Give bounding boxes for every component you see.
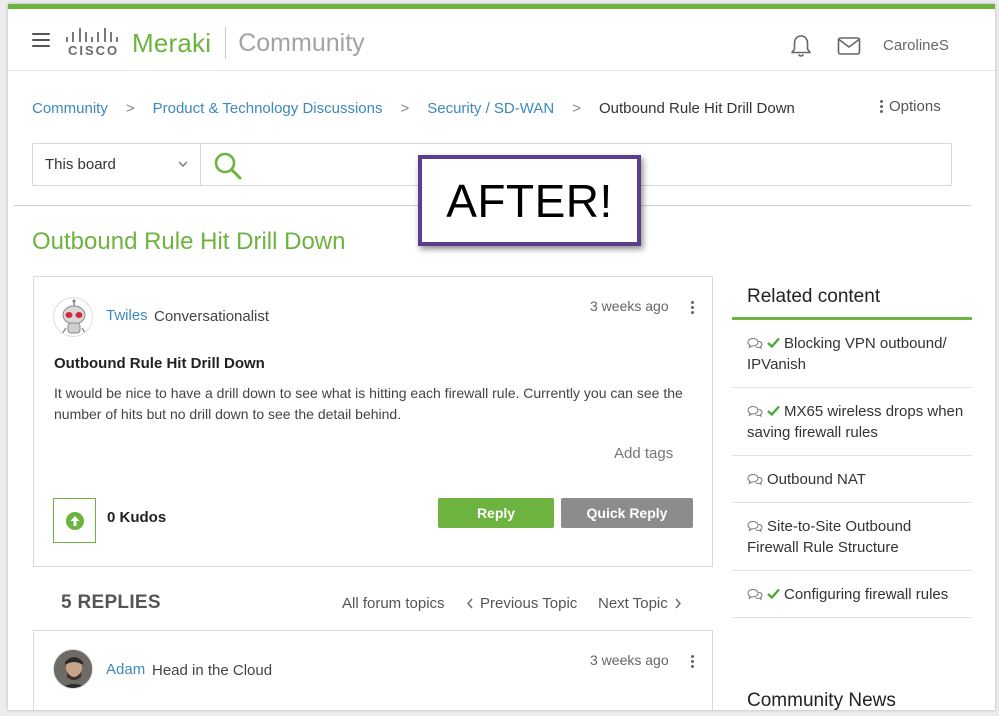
previous-topic-label: Previous Topic [480, 595, 578, 612]
solved-check-icon [767, 333, 780, 349]
breadcrumb-security-sdwan[interactable]: Security / SD-WAN [427, 100, 554, 117]
related-content-label: Outbound NAT [767, 471, 866, 488]
related-content-item[interactable]: MX65 wireless drops when saving firewall… [732, 388, 972, 456]
chevron-down-icon [178, 161, 188, 167]
replies-count: 5 REPLIES [61, 592, 161, 613]
avatar[interactable] [53, 297, 93, 337]
breadcrumb-separator: > [572, 99, 581, 117]
add-tags-link[interactable]: Add tags [614, 445, 673, 462]
breadcrumb-separator: > [125, 99, 135, 117]
site-logo[interactable]: CISCO Meraki Community [66, 23, 365, 63]
discussion-bubble-icon [747, 585, 763, 601]
author-link[interactable]: Adam [106, 661, 145, 678]
post-card: Twiles Conversationalist 3 weeks ago Out… [33, 276, 713, 567]
chevron-right-icon [675, 598, 681, 609]
post-body: It would be nice to have a drill down to… [54, 385, 683, 422]
page-title: Outbound Rule Hit Drill Down [32, 228, 346, 255]
author-rank: Conversationalist [154, 308, 270, 325]
related-content-title: Related content [732, 284, 972, 320]
breadcrumb-separator: > [400, 99, 410, 117]
thumbs-up-arrow-icon [66, 512, 84, 530]
avatar[interactable] [53, 649, 93, 689]
post-subject: Outbound Rule Hit Drill Down [54, 355, 265, 372]
cisco-wordmark: CISCO [68, 43, 120, 58]
meraki-wordmark: Meraki [132, 27, 212, 58]
reply-card: Adam Head in the Cloud 3 weeks ago [33, 630, 713, 710]
related-content-label: Configuring firewall rules [784, 586, 949, 603]
author-rank: Head in the Cloud [152, 662, 273, 679]
related-content-item[interactable]: Site-to-Site Outbound Firewall Rule Stru… [732, 503, 972, 571]
options-label: Options [889, 98, 941, 115]
discussion-bubble-icon [747, 470, 763, 486]
breadcrumb-community[interactable]: Community [32, 100, 108, 117]
related-content-item[interactable]: Configuring firewall rules [732, 571, 972, 618]
related-content-item[interactable]: Outbound NAT [732, 456, 972, 503]
solved-check-icon [767, 584, 780, 600]
browser-page: CISCO Meraki Community CarolineS Communi… [8, 4, 995, 710]
search-icon[interactable] [213, 151, 243, 181]
post-timestamp: 3 weeks ago [590, 298, 669, 314]
related-content-list: Blocking VPN outbound/ IPVanish MX65 wire… [732, 320, 972, 618]
quick-reply-button[interactable]: Quick Reply [561, 498, 693, 528]
solved-check-icon [767, 401, 780, 417]
next-topic-link[interactable]: Next Topic [598, 595, 682, 612]
post-options-icon[interactable] [689, 299, 695, 317]
discussion-bubble-icon [747, 402, 763, 418]
options-menu[interactable]: Options [880, 98, 941, 115]
user-menu[interactable]: CarolineS [883, 37, 949, 54]
bell-icon[interactable] [790, 34, 812, 58]
kebab-icon [880, 98, 884, 115]
all-forum-topics-link[interactable]: All forum topics [342, 595, 445, 612]
mail-icon[interactable] [837, 36, 861, 56]
discussion-bubble-icon [747, 517, 763, 533]
next-topic-label: Next Topic [598, 595, 668, 612]
reply-options-icon[interactable] [689, 653, 695, 671]
chevron-left-icon [467, 598, 473, 609]
author-link[interactable]: Twiles [106, 307, 148, 324]
search-scope-value: This board [45, 156, 116, 173]
replies-bar: 5 REPLIES All forum topics Previous Topi… [33, 590, 713, 616]
after-callout: AFTER! [418, 155, 641, 246]
community-wordmark: Community [238, 28, 365, 57]
menu-icon[interactable] [32, 33, 50, 47]
site-header: CISCO Meraki Community CarolineS [8, 9, 995, 71]
robot-avatar-icon [61, 299, 87, 335]
discussion-bubble-icon [747, 334, 763, 350]
kudo-button[interactable] [53, 498, 96, 543]
reply-button[interactable]: Reply [438, 498, 554, 528]
previous-topic-link[interactable]: Previous Topic [466, 595, 577, 612]
reply-timestamp: 3 weeks ago [590, 652, 669, 668]
breadcrumb: Community > Product & Technology Discuss… [32, 98, 795, 118]
user-photo-icon [54, 650, 92, 688]
logo-divider [225, 27, 227, 59]
related-content-sidebar: Related content Blocking VPN outbound/ I… [732, 284, 972, 710]
community-news-title: Community News [747, 690, 896, 710]
search-scope-select[interactable]: This board [33, 144, 201, 185]
related-content-item[interactable]: Blocking VPN outbound/ IPVanish [732, 320, 972, 388]
related-content-label: Site-to-Site Outbound Firewall Rule Stru… [747, 518, 912, 556]
cisco-logo: CISCO [66, 25, 118, 61]
breadcrumb-current: Outbound Rule Hit Drill Down [598, 99, 795, 117]
kudos-count: 0 Kudos [107, 509, 167, 526]
breadcrumb-product-discussions[interactable]: Product & Technology Discussions [153, 100, 383, 117]
